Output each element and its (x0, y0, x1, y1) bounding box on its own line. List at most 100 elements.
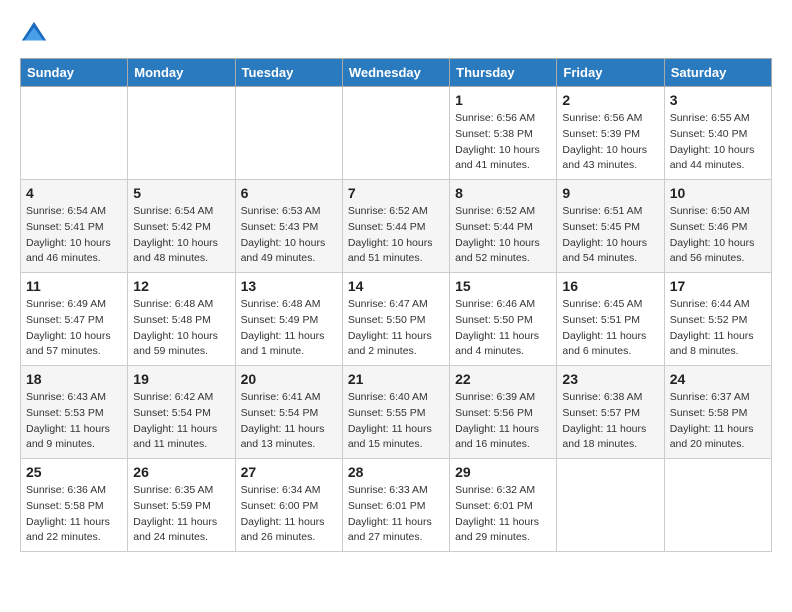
logo (20, 20, 52, 48)
day-number: 5 (133, 185, 229, 201)
calendar-cell (557, 459, 664, 552)
day-detail: Sunrise: 6:52 AM Sunset: 5:44 PM Dayligh… (455, 204, 551, 267)
day-number: 16 (562, 278, 658, 294)
calendar-cell: 19 Sunrise: 6:42 AM Sunset: 5:54 PM Dayli… (128, 366, 235, 459)
calendar-cell: 16 Sunrise: 6:45 AM Sunset: 5:51 PM Dayli… (557, 273, 664, 366)
calendar-cell: 23 Sunrise: 6:38 AM Sunset: 5:57 PM Dayli… (557, 366, 664, 459)
day-detail: Sunrise: 6:35 AM Sunset: 5:59 PM Dayligh… (133, 483, 229, 546)
day-header-tuesday: Tuesday (235, 59, 342, 87)
day-detail: Sunrise: 6:51 AM Sunset: 5:45 PM Dayligh… (562, 204, 658, 267)
day-number: 12 (133, 278, 229, 294)
day-number: 23 (562, 371, 658, 387)
day-number: 13 (241, 278, 337, 294)
day-number: 3 (670, 92, 766, 108)
day-number: 8 (455, 185, 551, 201)
day-header-wednesday: Wednesday (342, 59, 449, 87)
calendar-cell: 13 Sunrise: 6:48 AM Sunset: 5:49 PM Dayli… (235, 273, 342, 366)
calendar-cell: 1 Sunrise: 6:56 AM Sunset: 5:38 PM Daylig… (450, 87, 557, 180)
week-row: 1 Sunrise: 6:56 AM Sunset: 5:38 PM Daylig… (21, 87, 772, 180)
calendar-cell (342, 87, 449, 180)
calendar-cell: 18Sunrise: 6:43 AM Sunset: 5:53 PM Dayli… (21, 366, 128, 459)
day-number: 7 (348, 185, 444, 201)
day-detail: Sunrise: 6:36 AM Sunset: 5:58 PM Dayligh… (26, 483, 122, 546)
calendar-cell: 8 Sunrise: 6:52 AM Sunset: 5:44 PM Daylig… (450, 180, 557, 273)
calendar-table: SundayMondayTuesdayWednesdayThursdayFrid… (20, 58, 772, 552)
day-number: 25 (26, 464, 122, 480)
day-detail: Sunrise: 6:56 AM Sunset: 5:39 PM Dayligh… (562, 111, 658, 174)
day-header-thursday: Thursday (450, 59, 557, 87)
day-number: 24 (670, 371, 766, 387)
day-detail: Sunrise: 6:38 AM Sunset: 5:57 PM Dayligh… (562, 390, 658, 453)
day-detail: Sunrise: 6:32 AM Sunset: 6:01 PM Dayligh… (455, 483, 551, 546)
day-number: 27 (241, 464, 337, 480)
day-number: 22 (455, 371, 551, 387)
week-row: 18Sunrise: 6:43 AM Sunset: 5:53 PM Dayli… (21, 366, 772, 459)
calendar-cell: 28 Sunrise: 6:33 AM Sunset: 6:01 PM Dayli… (342, 459, 449, 552)
day-number: 10 (670, 185, 766, 201)
week-row: 25 Sunrise: 6:36 AM Sunset: 5:58 PM Dayli… (21, 459, 772, 552)
calendar-cell: 17Sunrise: 6:44 AM Sunset: 5:52 PM Dayli… (664, 273, 771, 366)
day-detail: Sunrise: 6:46 AM Sunset: 5:50 PM Dayligh… (455, 297, 551, 360)
calendar-cell (664, 459, 771, 552)
day-number: 18 (26, 371, 122, 387)
day-header-monday: Monday (128, 59, 235, 87)
calendar-cell: 11 Sunrise: 6:49 AM Sunset: 5:47 PM Dayli… (21, 273, 128, 366)
day-number: 6 (241, 185, 337, 201)
day-detail: Sunrise: 6:49 AM Sunset: 5:47 PM Dayligh… (26, 297, 122, 360)
day-number: 20 (241, 371, 337, 387)
week-row: 11 Sunrise: 6:49 AM Sunset: 5:47 PM Dayli… (21, 273, 772, 366)
day-detail: Sunrise: 6:48 AM Sunset: 5:48 PM Dayligh… (133, 297, 229, 360)
calendar-cell: 5 Sunrise: 6:54 AM Sunset: 5:42 PM Daylig… (128, 180, 235, 273)
day-detail: Sunrise: 6:33 AM Sunset: 6:01 PM Dayligh… (348, 483, 444, 546)
calendar-cell: 25 Sunrise: 6:36 AM Sunset: 5:58 PM Dayli… (21, 459, 128, 552)
calendar-cell: 21 Sunrise: 6:40 AM Sunset: 5:55 PM Dayli… (342, 366, 449, 459)
calendar-cell: 22 Sunrise: 6:39 AM Sunset: 5:56 PM Dayli… (450, 366, 557, 459)
logo-icon (20, 20, 48, 48)
calendar-cell: 20 Sunrise: 6:41 AM Sunset: 5:54 PM Dayli… (235, 366, 342, 459)
day-number: 2 (562, 92, 658, 108)
day-header-friday: Friday (557, 59, 664, 87)
calendar-cell (21, 87, 128, 180)
page-header (20, 20, 772, 48)
header-row: SundayMondayTuesdayWednesdayThursdayFrid… (21, 59, 772, 87)
calendar-cell: 3 Sunrise: 6:55 AM Sunset: 5:40 PM Daylig… (664, 87, 771, 180)
week-row: 4Sunrise: 6:54 AM Sunset: 5:41 PM Daylig… (21, 180, 772, 273)
day-number: 26 (133, 464, 229, 480)
day-detail: Sunrise: 6:37 AM Sunset: 5:58 PM Dayligh… (670, 390, 766, 453)
day-number: 15 (455, 278, 551, 294)
day-detail: Sunrise: 6:39 AM Sunset: 5:56 PM Dayligh… (455, 390, 551, 453)
calendar-cell: 14Sunrise: 6:47 AM Sunset: 5:50 PM Dayli… (342, 273, 449, 366)
day-detail: Sunrise: 6:50 AM Sunset: 5:46 PM Dayligh… (670, 204, 766, 267)
day-detail: Sunrise: 6:48 AM Sunset: 5:49 PM Dayligh… (241, 297, 337, 360)
day-detail: Sunrise: 6:56 AM Sunset: 5:38 PM Dayligh… (455, 111, 551, 174)
day-number: 21 (348, 371, 444, 387)
calendar-cell: 27 Sunrise: 6:34 AM Sunset: 6:00 PM Dayli… (235, 459, 342, 552)
calendar-cell: 7 Sunrise: 6:52 AM Sunset: 5:44 PM Daylig… (342, 180, 449, 273)
day-number: 9 (562, 185, 658, 201)
day-detail: Sunrise: 6:55 AM Sunset: 5:40 PM Dayligh… (670, 111, 766, 174)
day-number: 28 (348, 464, 444, 480)
day-detail: Sunrise: 6:53 AM Sunset: 5:43 PM Dayligh… (241, 204, 337, 267)
day-number: 14 (348, 278, 444, 294)
calendar-cell: 26 Sunrise: 6:35 AM Sunset: 5:59 PM Dayli… (128, 459, 235, 552)
day-detail: Sunrise: 6:41 AM Sunset: 5:54 PM Dayligh… (241, 390, 337, 453)
calendar-cell (235, 87, 342, 180)
calendar-cell: 24 Sunrise: 6:37 AM Sunset: 5:58 PM Dayli… (664, 366, 771, 459)
day-detail: Sunrise: 6:34 AM Sunset: 6:00 PM Dayligh… (241, 483, 337, 546)
day-detail: Sunrise: 6:45 AM Sunset: 5:51 PM Dayligh… (562, 297, 658, 360)
day-header-sunday: Sunday (21, 59, 128, 87)
day-detail: Sunrise: 6:54 AM Sunset: 5:41 PM Dayligh… (26, 204, 122, 267)
day-detail: Sunrise: 6:52 AM Sunset: 5:44 PM Dayligh… (348, 204, 444, 267)
day-detail: Sunrise: 6:42 AM Sunset: 5:54 PM Dayligh… (133, 390, 229, 453)
day-number: 19 (133, 371, 229, 387)
day-detail: Sunrise: 6:40 AM Sunset: 5:55 PM Dayligh… (348, 390, 444, 453)
calendar-cell: 29Sunrise: 6:32 AM Sunset: 6:01 PM Dayli… (450, 459, 557, 552)
calendar-cell: 9 Sunrise: 6:51 AM Sunset: 5:45 PM Daylig… (557, 180, 664, 273)
day-header-saturday: Saturday (664, 59, 771, 87)
day-number: 11 (26, 278, 122, 294)
calendar-cell: 2 Sunrise: 6:56 AM Sunset: 5:39 PM Daylig… (557, 87, 664, 180)
day-number: 1 (455, 92, 551, 108)
calendar-cell: 6 Sunrise: 6:53 AM Sunset: 5:43 PM Daylig… (235, 180, 342, 273)
day-detail: Sunrise: 6:54 AM Sunset: 5:42 PM Dayligh… (133, 204, 229, 267)
day-detail: Sunrise: 6:44 AM Sunset: 5:52 PM Dayligh… (670, 297, 766, 360)
